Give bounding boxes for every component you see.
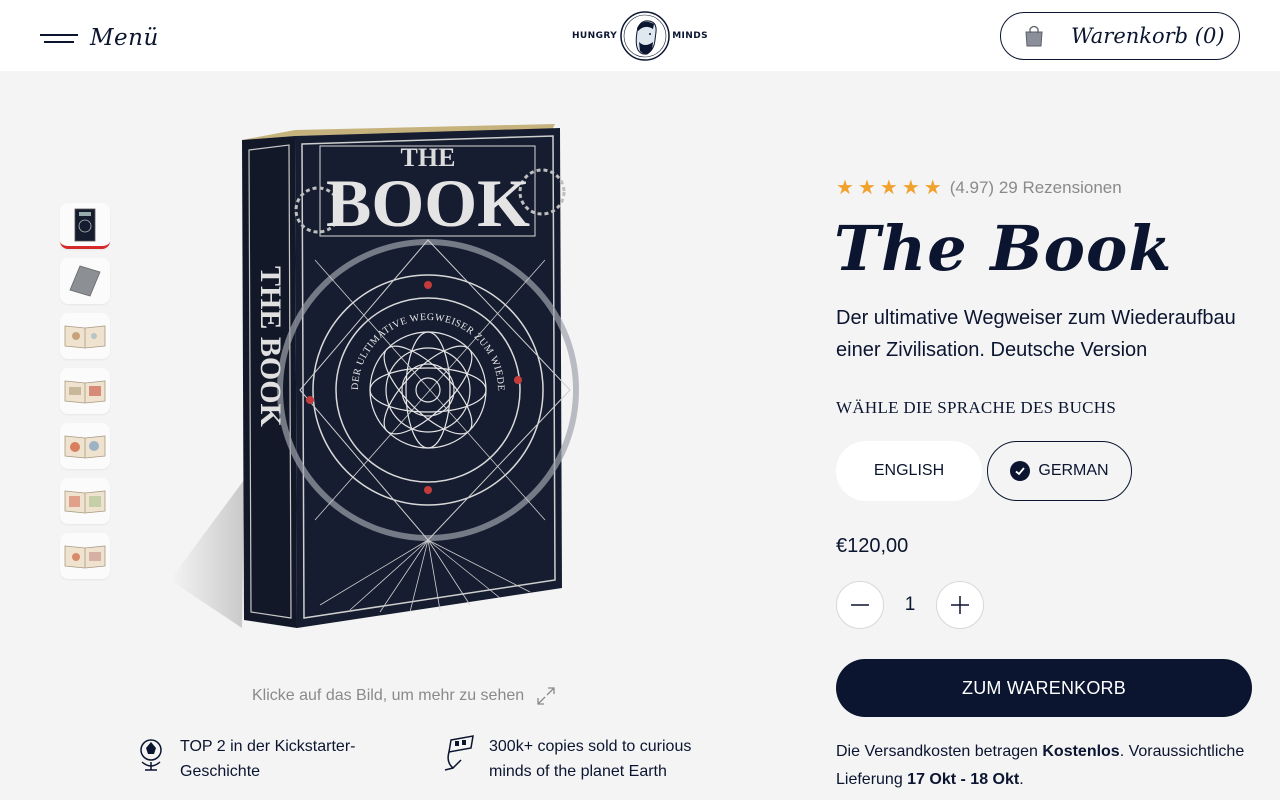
open-book-thumbnail-icon [64, 435, 106, 459]
book-cover-illustration: THE BOOK THE BOOK DER ULTIMATIVE WEGWEIS… [146, 92, 579, 628]
shipping-cost: Kostenlos [1042, 743, 1120, 760]
thumbnail-page-5[interactable] [60, 533, 110, 579]
shipping-info: Die Versandkosten betragen Kostenlos. Vo… [836, 738, 1256, 794]
site-header: Menü HUNGRY MINDS Warenkorb (0) [0, 0, 1280, 71]
language-option-english[interactable]: ENGLISH [836, 441, 982, 501]
plus-icon [951, 596, 969, 614]
product-image-main[interactable]: THE BOOK THE BOOK DER ULTIMATIVE WEGWEIS… [146, 92, 630, 660]
thumbnail-page-2[interactable] [60, 368, 110, 414]
feature-kickstarter: TOP 2 in der Kickstarter- Geschichte [134, 734, 355, 784]
feature-kickstarter-line2: Geschichte [180, 763, 261, 780]
shipping-prefix: Die Versandkosten betragen [836, 743, 1043, 760]
product-title: The Book [834, 212, 1173, 285]
delivery-date: 17 Okt - 18 Okt [907, 771, 1020, 788]
cover-title-large: BOOK [326, 165, 530, 241]
menu-label: Menü [90, 25, 159, 51]
cart-button[interactable]: Warenkorb (0) [1000, 12, 1240, 60]
book-cover-thumbnail-icon [74, 208, 96, 241]
thumbnail-list [60, 203, 110, 588]
hamburger-icon [40, 31, 78, 45]
star-icon: ★ [901, 177, 920, 199]
quantity-increase-button[interactable] [936, 581, 984, 629]
image-hint-text: Klicke auf das Bild, um mehr zu sehen [252, 687, 525, 704]
expand-icon[interactable] [536, 686, 556, 706]
star-rating: ★ ★ ★ ★ ★ [836, 178, 942, 198]
language-option-german[interactable]: GERMAN [987, 441, 1132, 501]
checkmark-icon [1010, 461, 1031, 481]
book-stack-icon [444, 735, 474, 771]
language-option-label: GERMAN [1038, 462, 1109, 479]
minus-icon [851, 604, 869, 606]
open-book-thumbnail-icon [64, 325, 106, 349]
feature-copies-line1: 300k+ copies sold to curious [489, 738, 692, 755]
thumbnail-page-1[interactable] [60, 313, 110, 359]
open-book-thumbnail-icon [64, 490, 106, 514]
spine-title: THE BOOK [254, 266, 287, 428]
feature-kickstarter-line1: TOP 2 in der Kickstarter- [180, 738, 356, 755]
star-icon: ★ [879, 177, 898, 199]
site-logo[interactable]: HUNGRY MINDS [572, 8, 708, 64]
feature-copies-sold: 300k+ copies sold to curious minds of th… [443, 734, 691, 784]
rating-text: (4.97) 29 Rezensionen [949, 178, 1122, 197]
shipping-suffix: . [1019, 771, 1024, 788]
menu-button[interactable]: Menü [40, 20, 159, 56]
product-price: €120,00 [836, 535, 909, 557]
logo-text-left: HUNGRY [572, 31, 618, 41]
language-heading: WÄHLE DIE SPRACHE DES BUCHS [836, 398, 1117, 417]
star-icon: ★ [836, 177, 854, 199]
open-book-thumbnail-icon [64, 380, 106, 404]
add-to-cart-button[interactable]: ZUM WARENKORB [836, 659, 1252, 717]
star-icon: ★ [923, 177, 942, 199]
shopping-bag-icon [1025, 25, 1043, 47]
quantity-value[interactable]: 1 [884, 581, 936, 629]
open-book-thumbnail-icon [64, 545, 106, 569]
rocket-trophy-icon [140, 739, 162, 771]
book-back-thumbnail-icon [69, 265, 101, 297]
star-icon: ★ [857, 177, 876, 199]
quantity-decrease-button[interactable] [836, 581, 884, 629]
logo-text-right: MINDS [672, 31, 708, 41]
thumbnail-page-3[interactable] [60, 423, 110, 469]
product-subtitle: Der ultimative Wegweiser zum Wiederaufba… [836, 307, 1236, 361]
thumbnail-back[interactable] [60, 258, 110, 304]
feature-copies-line2: minds of the planet Earth [489, 763, 667, 780]
product-rating[interactable]: ★ ★ ★ ★ ★ (4.97) 29 Rezensionen [836, 178, 1122, 198]
bearded-man-logo-icon [619, 11, 670, 61]
language-option-label: ENGLISH [873, 462, 945, 479]
thumbnail-page-4[interactable] [60, 478, 110, 524]
image-hint: Klicke auf das Bild, um mehr zu sehen [252, 686, 556, 706]
thumbnail-cover[interactable] [60, 203, 110, 249]
cart-label: Warenkorb (0) [1071, 24, 1225, 48]
